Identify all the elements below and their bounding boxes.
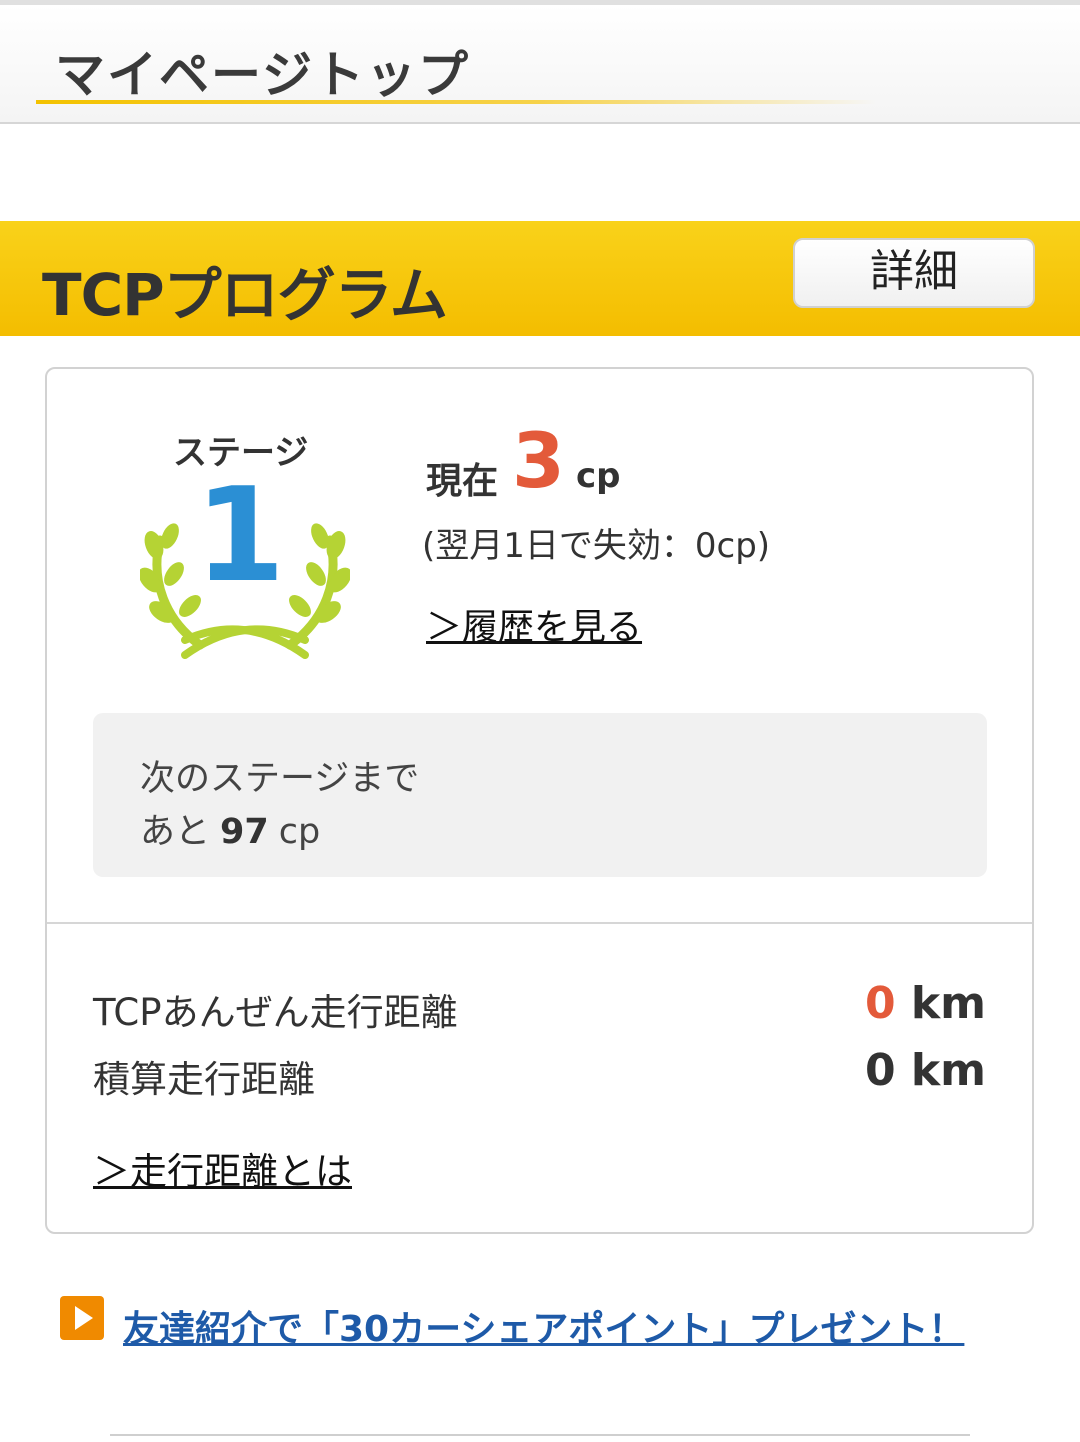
play-arrow-icon: [60, 1296, 104, 1340]
current-points-unit: cp: [576, 456, 621, 496]
title-underline: [36, 100, 876, 104]
total-distance-label: 積算走行距離: [93, 1058, 315, 1101]
page-title: マイページトップ: [55, 46, 470, 104]
distance-info-link[interactable]: ＞走行距離とは: [93, 1141, 352, 1195]
tcp-program-title: TCPプログラム: [42, 261, 448, 329]
safe-distance-value: 0 km: [865, 978, 986, 1029]
total-distance-unit: km: [910, 1045, 986, 1096]
bottom-divider: [110, 1434, 970, 1442]
page-header: マイページトップ: [0, 0, 1080, 124]
referral-promo-link[interactable]: 友達紹介で「30カーシェアポイント」プレゼント！: [123, 1300, 964, 1352]
current-points-label: 現在: [426, 461, 499, 502]
safe-distance-number: 0: [864, 978, 896, 1029]
current-points-value: 3: [512, 416, 565, 505]
safe-distance-label: TCPあんぜん走行距離: [93, 991, 458, 1034]
history-link[interactable]: ＞履歴を見る: [426, 598, 642, 650]
expire-note: (翌月1日で失効：0cp): [422, 526, 771, 566]
next-stage-remaining: あと 97 cp: [140, 803, 320, 854]
total-distance-value: 0 km: [865, 1045, 986, 1096]
detail-button[interactable]: 詳細: [793, 238, 1035, 308]
next-stage-label: 次のステージまで: [140, 759, 420, 799]
safe-distance-unit: km: [910, 978, 986, 1029]
total-distance-number: 0: [864, 1045, 896, 1096]
card-divider: [47, 922, 1032, 924]
next-stage-prefix: あと: [140, 812, 211, 852]
next-stage-unit: cp: [278, 812, 321, 852]
next-stage-value: 97: [220, 812, 269, 852]
stage-number: 1: [194, 459, 286, 611]
